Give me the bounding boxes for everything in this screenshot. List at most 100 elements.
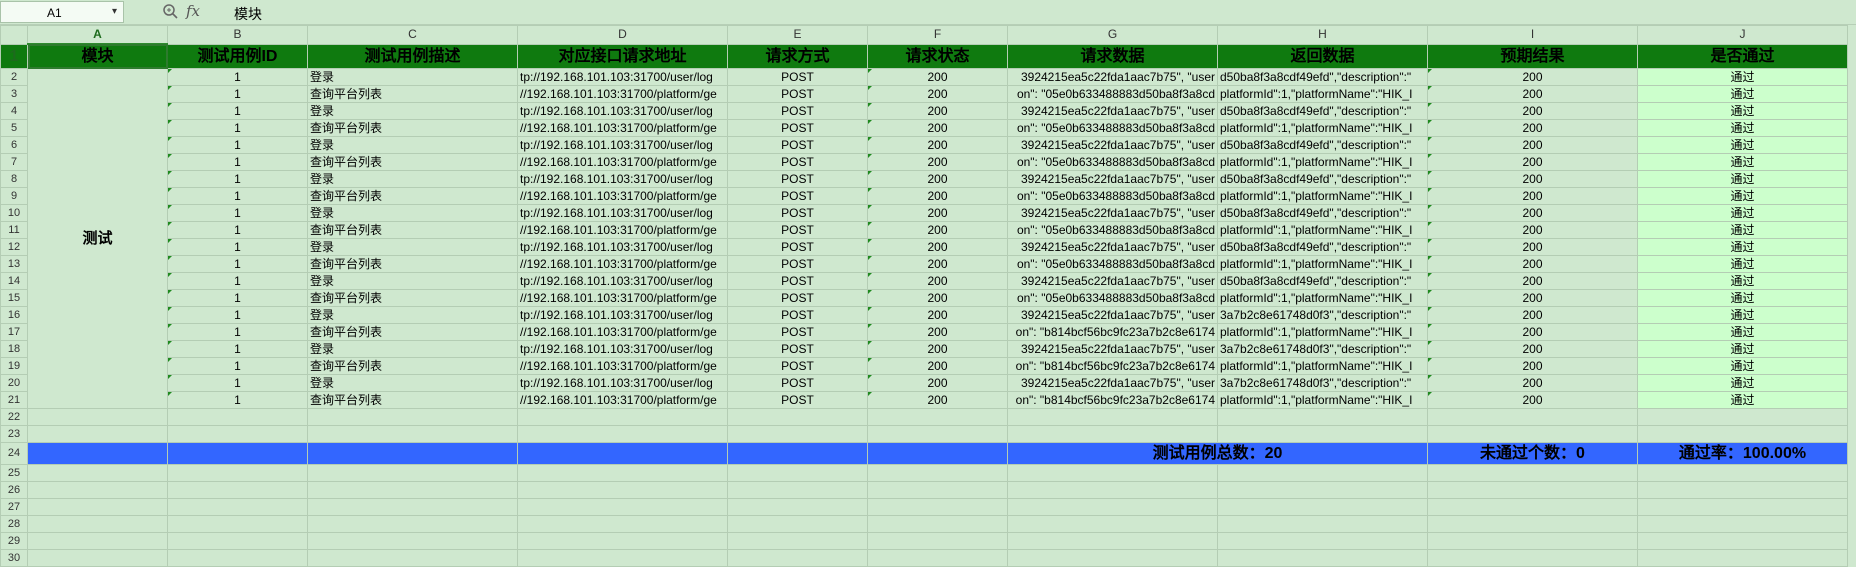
empty-cell[interactable] (167, 549, 308, 567)
summary-empty-cell[interactable] (307, 442, 518, 465)
empty-cell[interactable] (867, 532, 1008, 550)
summary-empty-cell[interactable] (517, 442, 728, 465)
empty-cell[interactable] (1427, 425, 1638, 443)
empty-cell[interactable] (727, 532, 868, 550)
case-id-cell[interactable]: 1 (167, 272, 308, 290)
status-cell[interactable]: 200 (867, 204, 1008, 222)
row-header[interactable]: 11 (0, 221, 28, 239)
column-header-e[interactable]: E (727, 25, 868, 45)
row-header[interactable]: 8 (0, 170, 28, 188)
passed-cell[interactable]: 通过 (1637, 85, 1848, 103)
header-cell-case-desc[interactable]: 测试用例描述 (307, 43, 518, 69)
expected-cell[interactable]: 200 (1427, 85, 1638, 103)
row-header[interactable]: 21 (0, 391, 28, 409)
row-header[interactable]: 17 (0, 323, 28, 341)
response-data-cell[interactable]: platformId":1,"platformName":"HIK_I (1217, 255, 1428, 273)
empty-cell[interactable] (867, 515, 1008, 533)
request-url-cell[interactable]: //192.168.101.103:31700/platform/ge (517, 289, 728, 307)
case-desc-cell[interactable]: 登录 (307, 374, 518, 392)
status-cell[interactable]: 200 (867, 238, 1008, 256)
method-cell[interactable]: POST (727, 102, 868, 120)
response-data-cell[interactable]: d50ba8f3a8cdf49efd","description":" (1217, 272, 1428, 290)
case-desc-cell[interactable]: 登录 (307, 68, 518, 86)
status-cell[interactable]: 200 (867, 255, 1008, 273)
response-data-cell[interactable]: d50ba8f3a8cdf49efd","description":" (1217, 238, 1428, 256)
row-header[interactable]: 20 (0, 374, 28, 392)
method-cell[interactable]: POST (727, 85, 868, 103)
empty-cell[interactable] (27, 481, 168, 499)
request-data-cell[interactable]: on": "b814bcf56bc9fc23a7b2c8e6174 (1007, 323, 1218, 341)
method-cell[interactable]: POST (727, 255, 868, 273)
empty-cell[interactable] (27, 425, 168, 443)
empty-cell[interactable] (1007, 498, 1218, 516)
response-data-cell[interactable]: 3a7b2c8e61748d0f3","description":" (1217, 374, 1428, 392)
empty-cell[interactable] (1637, 464, 1848, 482)
status-cell[interactable]: 200 (867, 391, 1008, 409)
row-header[interactable]: 23 (0, 425, 28, 443)
case-desc-cell[interactable]: 登录 (307, 306, 518, 324)
method-cell[interactable]: POST (727, 68, 868, 86)
method-cell[interactable]: POST (727, 289, 868, 307)
status-cell[interactable]: 200 (867, 374, 1008, 392)
case-id-cell[interactable]: 1 (167, 85, 308, 103)
passed-cell[interactable]: 通过 (1637, 136, 1848, 154)
empty-cell[interactable] (307, 498, 518, 516)
expected-cell[interactable]: 200 (1427, 374, 1638, 392)
case-id-cell[interactable]: 1 (167, 102, 308, 120)
column-header-g[interactable]: G (1007, 25, 1218, 45)
empty-cell[interactable] (867, 498, 1008, 516)
method-cell[interactable]: POST (727, 391, 868, 409)
passed-cell[interactable]: 通过 (1637, 102, 1848, 120)
empty-cell[interactable] (727, 498, 868, 516)
request-url-cell[interactable]: //192.168.101.103:31700/platform/ge (517, 119, 728, 137)
case-id-cell[interactable]: 1 (167, 323, 308, 341)
empty-cell[interactable] (727, 481, 868, 499)
passed-cell[interactable]: 通过 (1637, 221, 1848, 239)
summary-empty-cell[interactable] (27, 442, 168, 465)
summary-empty-cell[interactable] (727, 442, 868, 465)
passed-cell[interactable]: 通过 (1637, 306, 1848, 324)
case-id-cell[interactable]: 1 (167, 340, 308, 358)
response-data-cell[interactable]: platformId":1,"platformName":"HIK_I (1217, 221, 1428, 239)
empty-cell[interactable] (1427, 549, 1638, 567)
status-cell[interactable]: 200 (867, 221, 1008, 239)
request-url-cell[interactable]: tp://192.168.101.103:31700/user/log (517, 238, 728, 256)
empty-cell[interactable] (1007, 549, 1218, 567)
request-url-cell[interactable]: tp://192.168.101.103:31700/user/log (517, 102, 728, 120)
empty-cell[interactable] (727, 464, 868, 482)
response-data-cell[interactable]: 3a7b2c8e61748d0f3","description":" (1217, 340, 1428, 358)
empty-cell[interactable] (27, 515, 168, 533)
case-desc-cell[interactable]: 查询平台列表 (307, 391, 518, 409)
request-data-cell[interactable]: on": "05e0b633488883d50ba8f3a8cd (1007, 255, 1218, 273)
case-id-cell[interactable]: 1 (167, 221, 308, 239)
response-data-cell[interactable]: d50ba8f3a8cdf49efd","description":" (1217, 102, 1428, 120)
case-desc-cell[interactable]: 登录 (307, 204, 518, 222)
method-cell[interactable]: POST (727, 204, 868, 222)
summary-empty-cell[interactable] (167, 442, 308, 465)
empty-cell[interactable] (1007, 408, 1218, 426)
status-cell[interactable]: 200 (867, 102, 1008, 120)
passed-cell[interactable]: 通过 (1637, 272, 1848, 290)
header-cell-method[interactable]: 请求方式 (727, 43, 868, 69)
empty-cell[interactable] (517, 498, 728, 516)
empty-cell[interactable] (517, 425, 728, 443)
empty-cell[interactable] (1217, 408, 1428, 426)
row-header[interactable]: 24 (0, 442, 28, 465)
method-cell[interactable]: POST (727, 357, 868, 375)
empty-cell[interactable] (1637, 515, 1848, 533)
row-header[interactable]: 7 (0, 153, 28, 171)
empty-cell[interactable] (1427, 515, 1638, 533)
name-box[interactable]: A1 ▾ (0, 1, 124, 23)
row-header[interactable]: 19 (0, 357, 28, 375)
request-data-cell[interactable]: 3924215ea5c22fda1aac7b75", "user (1007, 68, 1218, 86)
case-desc-cell[interactable]: 查询平台列表 (307, 289, 518, 307)
case-id-cell[interactable]: 1 (167, 68, 308, 86)
case-id-cell[interactable]: 1 (167, 357, 308, 375)
case-id-cell[interactable]: 1 (167, 153, 308, 171)
row-header[interactable]: 12 (0, 238, 28, 256)
request-url-cell[interactable]: tp://192.168.101.103:31700/user/log (517, 170, 728, 188)
row-header[interactable]: 22 (0, 408, 28, 426)
header-cell-request-data[interactable]: 请求数据 (1007, 43, 1218, 69)
row-header[interactable]: 16 (0, 306, 28, 324)
request-data-cell[interactable]: 3924215ea5c22fda1aac7b75", "user (1007, 102, 1218, 120)
